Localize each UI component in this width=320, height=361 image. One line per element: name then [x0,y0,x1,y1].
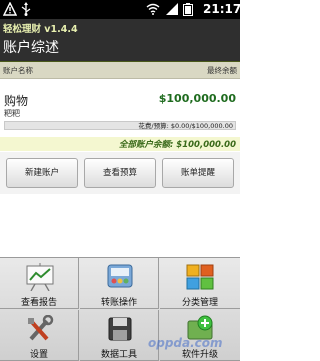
bill-reminder-button[interactable]: 账单提醒 [162,158,234,188]
account-owner: 粑粑 [4,109,20,118]
total-balance: 全部账户余额: $100,000.00 [118,140,236,150]
settings-tools-icon [28,315,54,341]
empty-area [0,194,240,256]
account-name: 购物 [4,94,29,108]
menu-item-view-report[interactable]: 查看报告 [0,258,79,309]
budget-text: 花费/预算: $0.00/$100,000.00 [138,122,233,130]
title-bar: 轻松理财 v1.4.4 账户综述 [0,19,240,62]
page-title: 账户综述 [3,40,59,56]
account-balance: $100,000.00 [158,92,236,105]
column-account-name: 账户名称 [3,66,33,75]
menu-label: 数据工具 [100,350,137,360]
menu-item-settings[interactable]: 设置 [0,310,79,361]
menu-label: 转账操作 [100,298,137,308]
action-button-bar: 新建账户 查看预算 账单提醒 [0,152,240,194]
total-balance-row: 全部账户余额: $100,000.00 [0,137,240,151]
notification-icon [3,2,17,16]
usb-icon [21,2,31,16]
data-tools-icon [108,317,132,341]
clock: 21:17 [203,2,242,16]
category-icon [186,264,214,290]
status-bar: 21:17 [0,0,242,19]
menu-item-transfer[interactable]: 转账操作 [80,258,159,309]
transfer-icon [107,264,133,288]
battery-icon [183,3,193,16]
column-final-balance: 最终余额 [207,66,237,75]
menu-label: 分类管理 [181,298,218,308]
account-row[interactable]: 购物 $100,000.00 粑粑 花费/预算: $0.00/$100,000.… [0,88,240,134]
app-name: 轻松理财 v1.4.4 [3,24,78,35]
signal-icon [166,3,178,15]
menu-item-category-management[interactable]: 分类管理 [160,258,240,309]
view-budget-button[interactable]: 查看预算 [84,158,156,188]
menu-label: 查看报告 [20,298,57,308]
budget-progress-bar: 花费/预算: $0.00/$100,000.00 [4,121,236,130]
report-chart-icon [26,263,54,291]
menu-label: 设置 [29,350,48,360]
wifi-icon [146,3,160,15]
column-header: 账户名称 最终余额 [0,62,240,79]
watermark: oppda.com [148,336,223,350]
new-account-button[interactable]: 新建账户 [6,158,78,188]
